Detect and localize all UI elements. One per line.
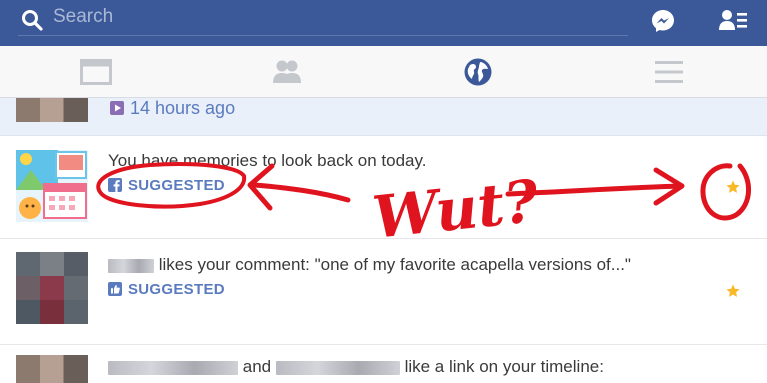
redacted-name <box>108 360 238 375</box>
suggested-text: SUGGESTED <box>128 177 225 194</box>
notification-text-body: like a link on your timeline: <box>404 357 604 376</box>
star-icon[interactable] <box>726 284 740 298</box>
search-icon[interactable] <box>20 8 44 32</box>
news-feed-icon <box>79 59 112 85</box>
tab-more[interactable] <box>573 46 764 98</box>
notification-item[interactable]: likes your comment: "one of my favorite … <box>0 238 767 343</box>
star-icon[interactable] <box>726 180 740 194</box>
search-input[interactable]: Search <box>53 5 113 29</box>
redacted-name <box>275 360 400 375</box>
facebook-icon <box>108 178 122 192</box>
notification-item[interactable]: You have memories to look back on today.… <box>0 137 767 237</box>
globe-icon <box>464 58 491 86</box>
avatar <box>16 252 88 324</box>
tab-news-feed[interactable] <box>0 46 191 98</box>
memories-icon <box>16 150 88 222</box>
tab-bar <box>0 46 767 98</box>
search-underline <box>18 35 628 36</box>
avatar <box>16 355 88 383</box>
suggested-label: SUGGESTED <box>108 177 225 194</box>
suggested-label: SUGGESTED <box>108 281 225 298</box>
like-icon <box>108 282 122 296</box>
friend-requests-icon[interactable] <box>718 8 748 34</box>
video-icon <box>110 101 124 115</box>
suggested-text: SUGGESTED <box>128 281 225 298</box>
menu-icon <box>654 61 683 83</box>
friends-icon <box>272 60 301 83</box>
conjunction-text: and <box>242 357 272 376</box>
notification-text: likes your comment: "one of my favorite … <box>108 255 631 275</box>
top-bar: Search <box>0 0 767 46</box>
memories-thumbnail <box>16 150 88 222</box>
tab-friends[interactable] <box>191 46 382 98</box>
tab-notifications[interactable] <box>382 46 573 98</box>
notification-text-body: likes your comment: "one of my favorite … <box>158 255 631 274</box>
notification-item[interactable]: 14 hours ago <box>0 98 767 136</box>
pixelated-profile-photo <box>16 252 88 324</box>
timestamp: 14 hours ago <box>130 98 236 118</box>
messenger-icon[interactable] <box>650 8 676 34</box>
notification-item[interactable]: and like a link on your timeline: <box>0 344 767 383</box>
notification-text: You have memories to look back on today. <box>108 151 427 170</box>
redacted-name <box>108 258 154 273</box>
notification-text: and like a link on your timeline: <box>108 357 604 377</box>
avatar <box>16 98 88 122</box>
